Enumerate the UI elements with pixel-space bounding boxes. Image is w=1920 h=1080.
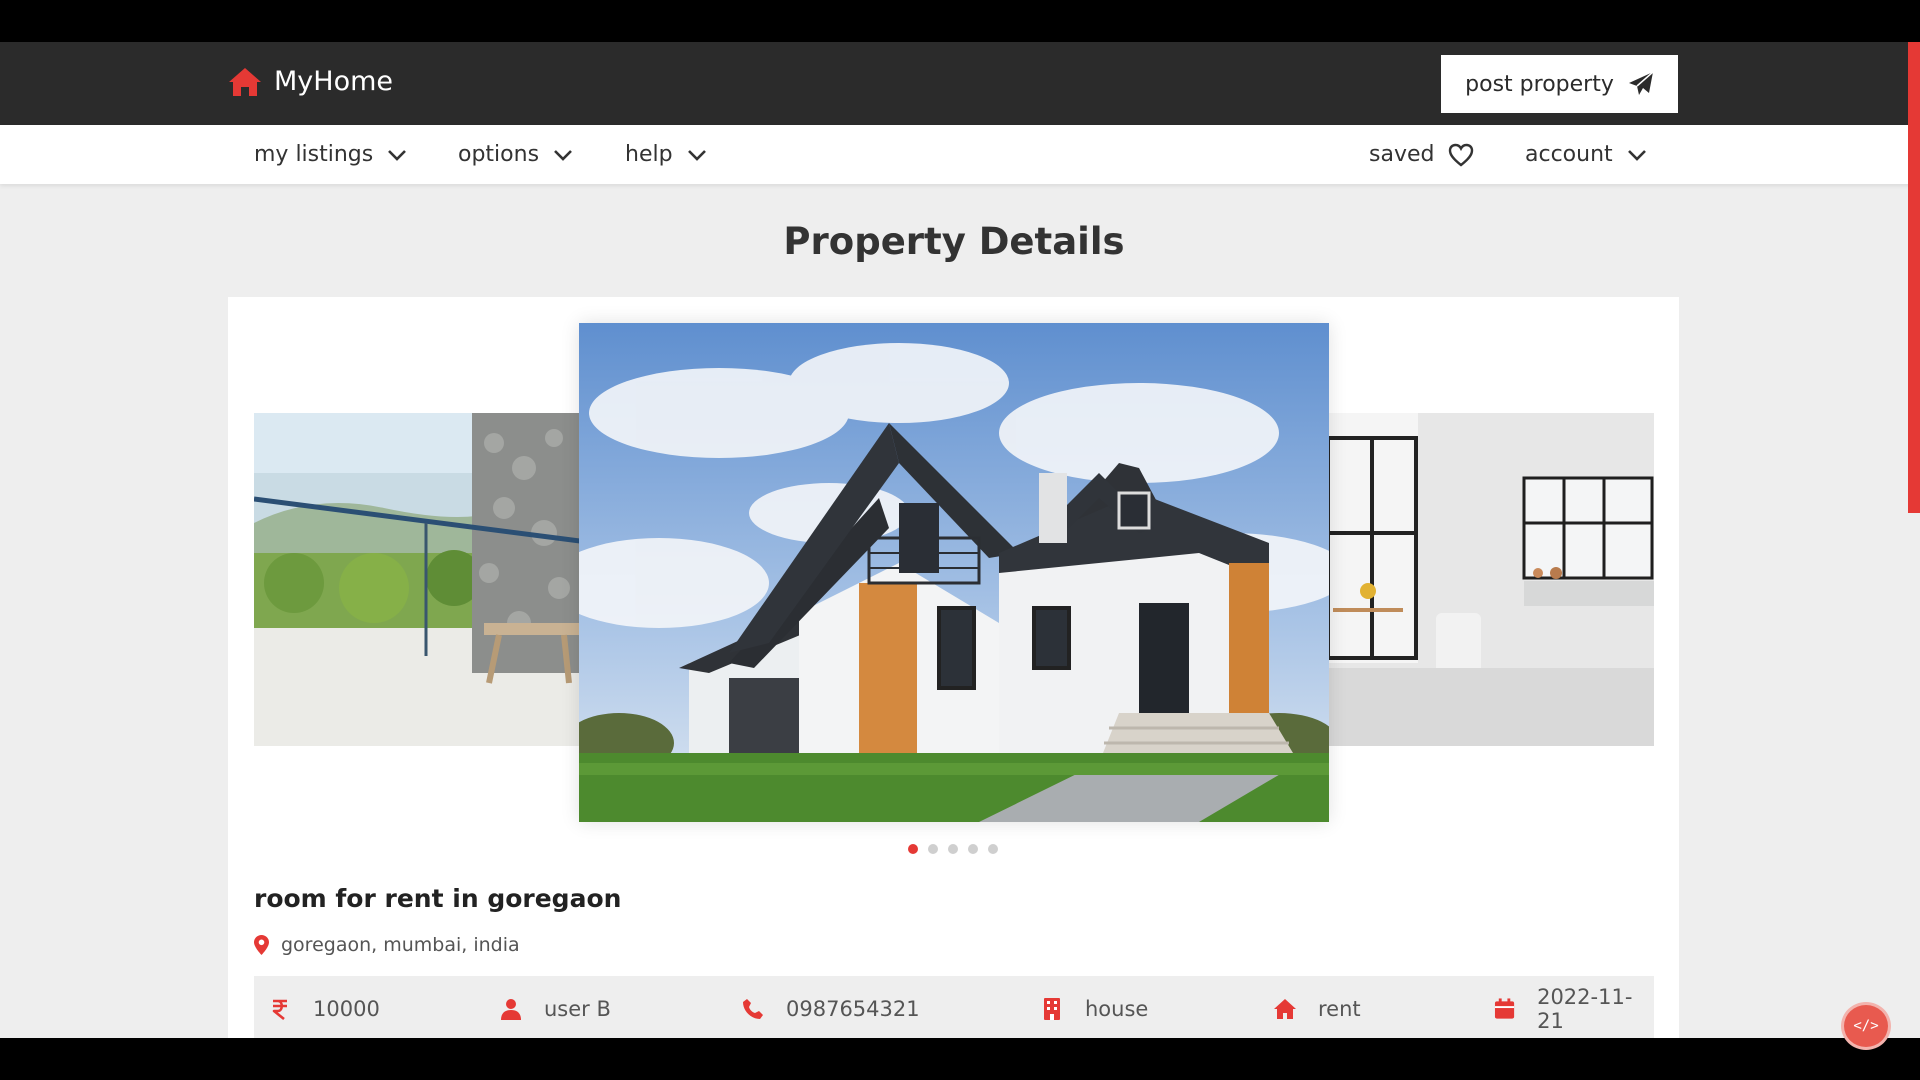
home-icon	[229, 67, 261, 96]
info-date: 2022-11-21	[1494, 976, 1654, 1038]
chevron-down-icon	[1627, 149, 1646, 161]
map-pin-icon	[254, 935, 269, 955]
listing-location: goregaon, mumbai, india	[254, 934, 520, 956]
listing-location-text: goregaon, mumbai, india	[281, 934, 520, 956]
nav-my-listings-label: my listings	[254, 142, 374, 167]
info-phone[interactable]: 0987654321	[742, 976, 920, 1038]
chevron-down-icon	[687, 149, 706, 161]
app-viewport: MyHome post property my listings options…	[0, 42, 1920, 1038]
house-photo	[579, 323, 1329, 822]
home-icon	[1274, 999, 1296, 1019]
scrollbar-thumb[interactable]	[1908, 42, 1920, 513]
carousel-dot-2[interactable]	[928, 844, 938, 854]
brand-name: MyHome	[274, 66, 394, 97]
nav-saved-label: saved	[1369, 142, 1435, 167]
heart-icon	[1449, 143, 1474, 167]
info-property-type-value: house	[1085, 997, 1149, 1021]
rupee-icon	[272, 999, 287, 1020]
carousel-slide-next[interactable]	[1328, 413, 1654, 746]
phone-icon	[743, 999, 763, 1019]
carousel-dot-5[interactable]	[988, 844, 998, 854]
carousel-pagination	[908, 844, 998, 854]
listing-title: room for rent in goregaon	[254, 884, 622, 913]
info-phone-value: 0987654321	[786, 997, 920, 1021]
info-owner: user B	[500, 976, 611, 1038]
info-owner-value: user B	[544, 997, 611, 1021]
carousel-slide-prev[interactable]	[254, 413, 580, 746]
nav-account-label: account	[1525, 142, 1613, 167]
nav-help[interactable]: help	[625, 125, 707, 184]
carousel-dot-3[interactable]	[948, 844, 958, 854]
nav-my-listings[interactable]: my listings	[254, 125, 407, 184]
code-icon: </>	[1853, 1018, 1879, 1034]
info-property-type: house	[1041, 976, 1148, 1038]
letterbox-top	[0, 0, 1920, 42]
chevron-down-icon	[554, 149, 572, 161]
bathroom-photo	[1328, 413, 1654, 746]
carousel-dot-4[interactable]	[968, 844, 978, 854]
property-card: room for rent in goregaon goregaon, mumb…	[228, 297, 1679, 1038]
calendar-icon	[1494, 998, 1515, 1019]
nav-options[interactable]: options	[458, 125, 573, 184]
page-title: Property Details	[783, 220, 1125, 263]
info-price-value: 10000	[313, 997, 380, 1021]
listing-info-bar: 10000 user B 0987654321 house rent 2022-…	[254, 976, 1654, 1038]
paper-plane-icon	[1628, 71, 1654, 95]
nav-help-label: help	[625, 142, 673, 167]
info-date-value: 2022-11-21	[1537, 985, 1633, 1033]
top-bar: MyHome post property	[0, 42, 1920, 125]
chevron-down-icon	[388, 149, 407, 161]
nav-bar: my listings options help saved account	[0, 125, 1920, 184]
nav-options-label: options	[458, 142, 540, 167]
post-property-label: post property	[1465, 71, 1614, 97]
info-listing-type: rent	[1274, 976, 1361, 1038]
carousel-dot-1[interactable]	[908, 844, 918, 854]
carousel-slide-active[interactable]	[579, 323, 1329, 822]
post-property-button[interactable]: post property	[1441, 55, 1678, 113]
brand-logo[interactable]: MyHome	[228, 66, 393, 97]
balcony-photo	[254, 413, 580, 746]
building-icon	[1044, 998, 1060, 1020]
nav-saved[interactable]: saved	[1369, 125, 1474, 184]
info-listing-type-value: rent	[1318, 997, 1361, 1021]
code-widget-button[interactable]: </>	[1841, 1002, 1891, 1050]
nav-account[interactable]: account	[1525, 125, 1647, 184]
letterbox-bottom	[0, 1038, 1920, 1080]
user-icon	[501, 999, 521, 1020]
info-price: 10000	[269, 976, 380, 1038]
